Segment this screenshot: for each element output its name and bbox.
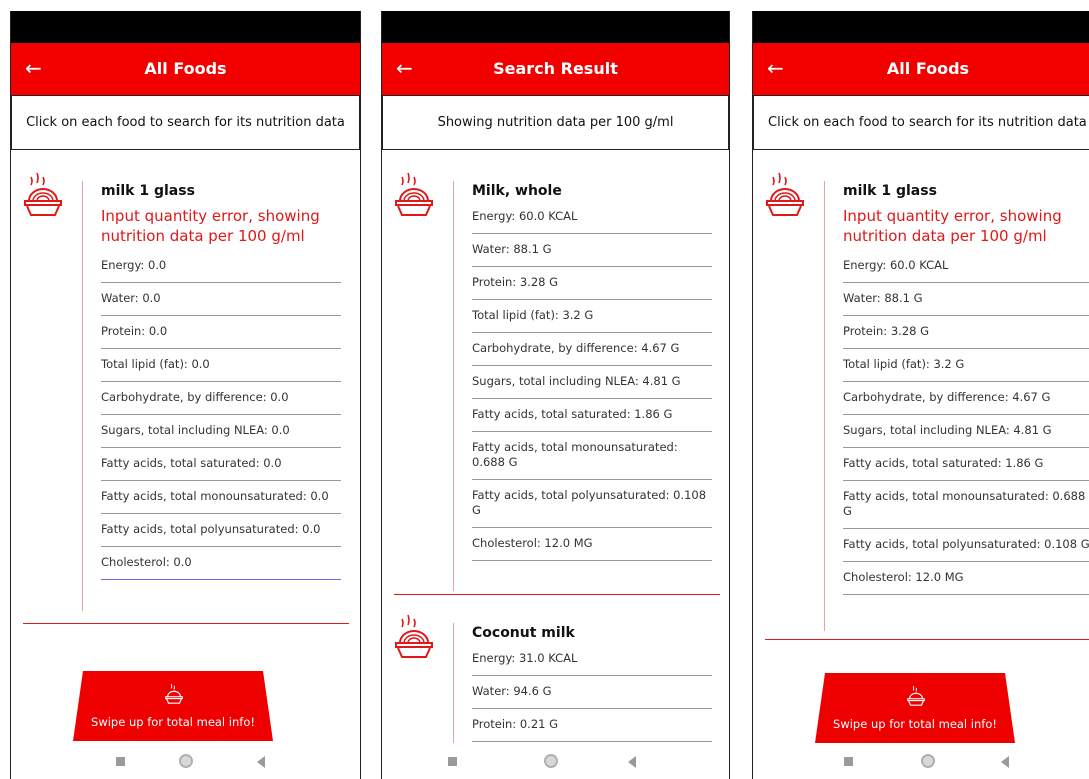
nutrient-row: Sugars, total including NLEA: 4.81 G xyxy=(843,415,1089,448)
phone-screen-all-foods-corrected: ← All Foods Click on each food to search… xyxy=(752,11,1089,779)
nutrient-row: Fatty acids, total saturated: 0.0 xyxy=(101,448,341,481)
triangle-left-icon[interactable] xyxy=(1001,756,1009,768)
food-divider-line xyxy=(82,181,83,611)
nutrient-row: Energy: 60.0 KCAL xyxy=(472,201,712,234)
app-bar: ← Search Result xyxy=(382,43,729,95)
section-separator xyxy=(394,594,720,595)
error-message: Input quantity error, showing nutrition … xyxy=(843,207,1062,245)
circle-icon[interactable] xyxy=(544,754,558,768)
noodle-bowl-icon xyxy=(395,614,433,658)
status-bar xyxy=(753,11,1089,43)
swipe-up-label: Swipe up for total meal info! xyxy=(91,715,255,729)
swipe-up-label: Swipe up for total meal info! xyxy=(833,717,997,731)
nutrient-row: Energy: 31.0 KCAL xyxy=(472,643,712,676)
nutrition-list: Energy: 60.0 KCAL Water: 88.1 G Protein:… xyxy=(472,201,712,561)
nutrient-row: Cholesterol: 12.0 MG xyxy=(843,562,1089,595)
instruction-banner: Click on each food to search for its nut… xyxy=(753,95,1089,150)
food-name: Coconut milk xyxy=(472,625,575,641)
nutrient-row: Total lipid (fat): 3.2 G xyxy=(472,300,712,333)
nutrient-row: Protein: 3.28 G xyxy=(843,316,1089,349)
nutrient-row: Energy: 0.0 xyxy=(101,250,341,283)
section-separator xyxy=(765,639,1089,640)
food-divider-line xyxy=(824,181,825,631)
food-card-coconut-milk[interactable]: Coconut milk Energy: 31.0 KCAL Water: 94… xyxy=(382,613,729,753)
food-divider-line xyxy=(453,181,454,591)
food-card-milk[interactable]: milk 1 glass Input quantity error, showi… xyxy=(753,171,1089,631)
page-title: All Foods xyxy=(886,59,970,78)
nutrient-row: Fatty acids, total polyunsaturated: 0.0 xyxy=(101,514,341,547)
status-bar xyxy=(382,11,729,43)
nutrient-row: Cholesterol: 0.0 xyxy=(101,547,341,580)
food-card-milk[interactable]: milk 1 glass Input quantity error, showi… xyxy=(11,171,360,631)
nutrient-row: Fatty acids, total saturated: 1.86 G xyxy=(843,448,1089,481)
nutrition-list: Energy: 0.0 Water: 0.0 Protein: 0.0 Tota… xyxy=(101,250,341,580)
app-bar: ← All Foods xyxy=(753,43,1089,95)
swipe-up-panel[interactable]: Swipe up for total meal info! xyxy=(73,671,273,741)
circle-icon[interactable] xyxy=(921,754,935,768)
nutrient-row: Water: 88.1 G xyxy=(843,283,1089,316)
nutrient-row: Protein: 3.28 G xyxy=(472,267,712,300)
nutrient-row: Protein: 0.21 G xyxy=(472,709,712,742)
nutrient-row: Fatty acids, total polyunsaturated: 0.10… xyxy=(472,480,712,528)
system-nav-bar xyxy=(11,743,360,779)
noodle-bowl-icon xyxy=(395,172,433,216)
phone-screen-search-result: ← Search Result Showing nutrition data p… xyxy=(381,11,730,779)
nutrient-row: Carbohydrate, by difference: 0.0 xyxy=(101,382,341,415)
nutrient-row: Fatty acids, total monounsaturated: 0.68… xyxy=(843,481,1089,529)
status-bar xyxy=(11,11,360,43)
app-bar: ← All Foods xyxy=(11,43,360,95)
square-icon[interactable] xyxy=(448,757,457,766)
nutrient-row: Protein: 0.0 xyxy=(101,316,341,349)
noodle-bowl-icon xyxy=(766,172,804,216)
noodle-bowl-icon xyxy=(907,685,925,706)
system-nav-bar xyxy=(753,743,1089,779)
instruction-banner: Showing nutrition data per 100 g/ml xyxy=(382,95,729,150)
nutrient-row: Fatty acids, total polyunsaturated: 0.10… xyxy=(843,529,1089,562)
food-divider-line xyxy=(453,623,454,753)
circle-icon[interactable] xyxy=(179,754,193,768)
nutrient-row: Carbohydrate, by difference: 4.67 G xyxy=(472,333,712,366)
section-separator xyxy=(23,623,349,624)
page-title: All Foods xyxy=(144,59,227,78)
food-name: milk 1 glass xyxy=(101,183,195,199)
swipe-up-panel[interactable]: Swipe up for total meal info! xyxy=(815,673,1015,743)
noodle-bowl-icon xyxy=(24,172,62,216)
nutrient-row: Sugars, total including NLEA: 0.0 xyxy=(101,415,341,448)
nutrition-list: Energy: 60.0 KCAL Water: 88.1 G Protein:… xyxy=(843,250,1089,595)
nutrient-row: Total lipid (fat): 0.0 xyxy=(101,349,341,382)
nutrient-row: Fatty acids, total monounsaturated: 0.0 xyxy=(101,481,341,514)
triangle-left-icon[interactable] xyxy=(628,756,636,768)
phone-screen-all-foods: ← All Foods Click on each food to search… xyxy=(10,11,361,779)
food-card-milk-whole[interactable]: Milk, whole Energy: 60.0 KCAL Water: 88.… xyxy=(382,171,729,591)
nutrient-row: Water: 0.0 xyxy=(101,283,341,316)
page-title: Search Result xyxy=(493,59,618,78)
nutrient-row: Water: 94.6 G xyxy=(472,676,712,709)
nutrient-row: Total lipid (fat): 3.2 G xyxy=(843,349,1089,382)
nutrient-row: Cholesterol: 12.0 MG xyxy=(472,528,712,561)
nutrient-row: Water: 88.1 G xyxy=(472,234,712,267)
nutrient-row: Fatty acids, total monounsaturated: 0.68… xyxy=(472,432,712,480)
nutrient-row: Energy: 60.0 KCAL xyxy=(843,250,1089,283)
error-message: Input quantity error, showing nutrition … xyxy=(101,207,320,245)
triangle-left-icon[interactable] xyxy=(257,756,265,768)
food-name: Milk, whole xyxy=(472,183,562,199)
nutrient-row: Sugars, total including NLEA: 4.81 G xyxy=(472,366,712,399)
food-name: milk 1 glass xyxy=(843,183,937,199)
noodle-bowl-icon xyxy=(165,683,183,704)
nutrition-list: Energy: 31.0 KCAL Water: 94.6 G Protein:… xyxy=(472,643,712,742)
instruction-banner: Click on each food to search for its nut… xyxy=(11,95,360,150)
square-icon[interactable] xyxy=(844,757,853,766)
square-icon[interactable] xyxy=(116,757,125,766)
system-nav-bar xyxy=(382,743,729,779)
nutrient-row: Carbohydrate, by difference: 4.67 G xyxy=(843,382,1089,415)
nutrient-row: Fatty acids, total saturated: 1.86 G xyxy=(472,399,712,432)
